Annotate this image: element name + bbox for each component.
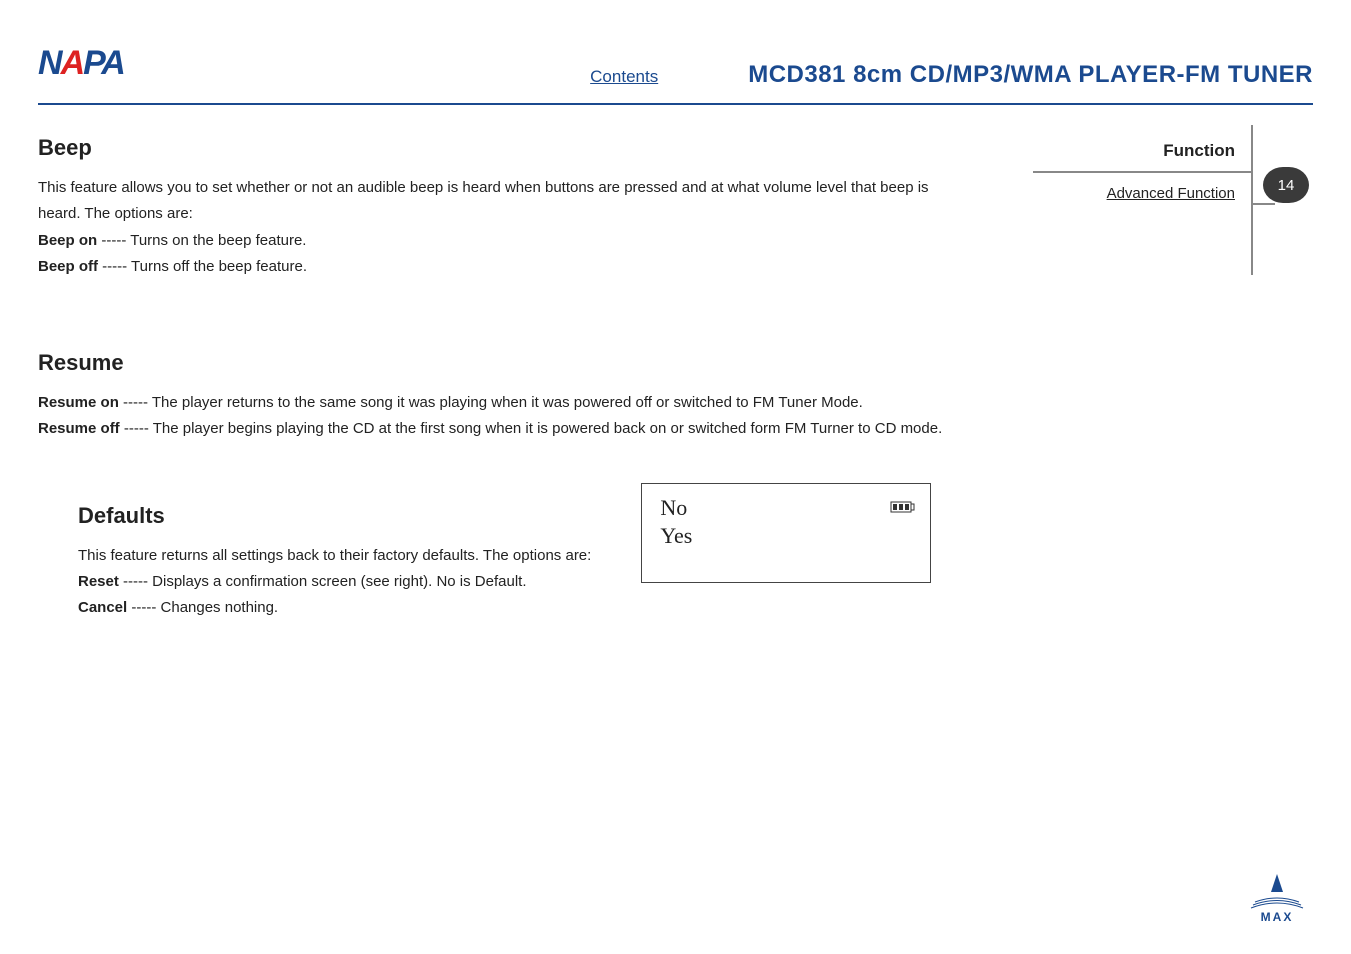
section-defaults: Defaults This feature returns all settin… xyxy=(38,503,1313,622)
defaults-body: This feature returns all settings back t… xyxy=(78,543,591,622)
advanced-function-link[interactable]: Advanced Function xyxy=(1107,185,1235,202)
lcd-confirmation-box: No Yes xyxy=(641,483,931,583)
max-logo-text: MAX xyxy=(1247,910,1307,924)
function-label: Function xyxy=(1163,141,1235,161)
logo-letters-pa: PA xyxy=(83,44,124,82)
beep-intro: This feature allows you to set whether o… xyxy=(38,179,929,222)
contents-link[interactable]: Contents xyxy=(590,67,658,87)
battery-icon xyxy=(890,492,916,521)
reset-desc: ----- Displays a confirmation screen (se… xyxy=(119,573,527,590)
page-header: NAPA Contents MCD381 8cm CD/MP3/WMA PLAY… xyxy=(38,50,1313,105)
page-title: MCD381 8cm CD/MP3/WMA PLAYER-FM TUNER xyxy=(748,61,1313,89)
resume-on-label: Resume on xyxy=(38,394,119,411)
max-logo: MAX xyxy=(1247,872,1307,924)
max-logo-graphic xyxy=(1247,872,1307,912)
logo-letter-a: A xyxy=(61,44,84,82)
lcd-option-yes: Yes xyxy=(660,522,916,551)
side-divider-horizontal xyxy=(1033,171,1253,173)
side-connector-line xyxy=(1251,203,1275,205)
beep-on-label: Beep on xyxy=(38,232,97,249)
reset-label: Reset xyxy=(78,573,119,590)
resume-off-desc: ----- The player begins playing the CD a… xyxy=(120,420,943,437)
side-divider-vertical xyxy=(1251,125,1253,275)
cancel-desc: ----- Changes nothing. xyxy=(127,599,278,616)
resume-body: Resume on ----- The player returns to th… xyxy=(38,390,1118,443)
logo-letter-n: N xyxy=(38,44,61,82)
defaults-intro: This feature returns all settings back t… xyxy=(78,547,591,564)
beep-off-desc: ----- Turns off the beep feature. xyxy=(98,258,307,275)
napa-logo: NAPA xyxy=(38,44,124,83)
lcd-option-no: No xyxy=(660,494,916,523)
section-resume: Resume Resume on ----- The player return… xyxy=(38,350,1313,443)
side-panel: Function Advanced Function 14 xyxy=(1033,125,1313,285)
beep-body: This feature allows you to set whether o… xyxy=(38,175,958,280)
resume-off-label: Resume off xyxy=(38,420,120,437)
content-area: Function Advanced Function 14 Beep This … xyxy=(38,135,1313,621)
beep-on-desc: ----- Turns on the beep feature. xyxy=(97,232,306,249)
page-number-badge: 14 xyxy=(1263,167,1309,203)
resume-heading: Resume xyxy=(38,350,1313,376)
resume-on-desc: ----- The player returns to the same son… xyxy=(119,394,863,411)
beep-off-label: Beep off xyxy=(38,258,98,275)
cancel-label: Cancel xyxy=(78,599,127,616)
defaults-heading: Defaults xyxy=(78,503,591,529)
